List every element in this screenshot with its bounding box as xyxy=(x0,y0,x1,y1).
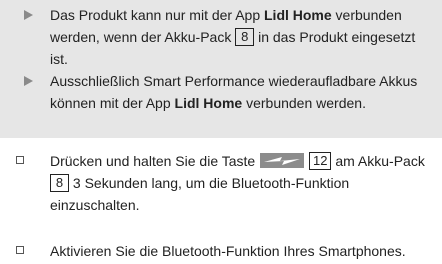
app-name: Lidl Home xyxy=(174,95,243,111)
part-reference-number: 12 xyxy=(309,152,332,170)
part-reference-number: 8 xyxy=(235,28,255,46)
manual-page: Das Produkt kann nur mit der App Lidl Ho… xyxy=(0,0,442,264)
step-text: am Akku-Pack xyxy=(331,153,425,169)
note-text: verbunden werden. xyxy=(242,95,366,111)
app-name: Lidl Home xyxy=(264,7,332,23)
arrow-bullet-icon xyxy=(24,76,33,86)
arrow-bullet-icon xyxy=(24,10,33,20)
part-reference-number: 8 xyxy=(50,174,69,192)
note-item-2: Ausschließlich Smart Performance wiedera… xyxy=(24,70,422,114)
step-item-1: Drücken und halten Sie die Taste 12 am A… xyxy=(16,150,430,216)
checkbox-bullet-icon xyxy=(16,246,24,254)
lightning-button-icon xyxy=(260,153,305,168)
checkbox-bullet-icon xyxy=(16,156,24,164)
note-box: Das Produkt kann nur mit der App Lidl Ho… xyxy=(0,0,442,138)
step-text: Aktivieren Sie die Bluetooth-Funktion Ih… xyxy=(50,243,406,259)
step-item-2: Aktivieren Sie die Bluetooth-Funktion Ih… xyxy=(16,240,430,262)
note-text: Das Produkt kann nur mit der App xyxy=(50,7,264,23)
step-text: 3 Sekunden lang, um die Bluetooth-Funkti… xyxy=(50,175,350,213)
step-text: Drücken und halten Sie die Taste xyxy=(50,153,260,169)
note-item-1: Das Produkt kann nur mit der App Lidl Ho… xyxy=(24,4,422,70)
